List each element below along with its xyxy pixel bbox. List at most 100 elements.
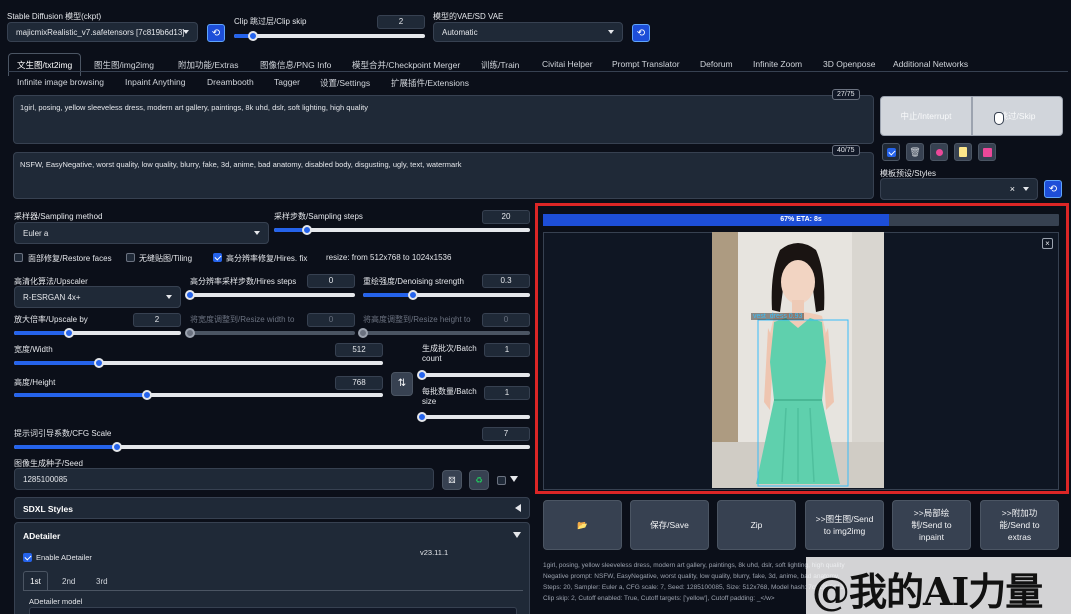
reuse-seed-button[interactable]: ♻ — [469, 470, 489, 490]
clip-slider[interactable] — [234, 31, 425, 41]
batch-size-thumb[interactable] — [417, 412, 427, 422]
save-button[interactable]: 保存/Save — [630, 500, 709, 550]
batch-count-thumb[interactable] — [417, 370, 427, 380]
tiling-checkbox[interactable] — [126, 253, 135, 262]
clip-slider-thumb[interactable] — [248, 31, 259, 41]
resize-height-input[interactable]: 0 — [482, 313, 530, 327]
skip-button[interactable]: 跳过/Skip — [972, 96, 1063, 136]
adetailer-tab-3rd[interactable]: 3rd — [96, 577, 108, 586]
zip-button[interactable]: Zip — [717, 500, 796, 550]
tab-4[interactable]: 模型合并/Checkpoint Merger — [352, 59, 460, 71]
tab-9[interactable]: Infinite Zoom — [753, 59, 802, 69]
send-to-extras-button[interactable]: >>附加功能/Send to extras — [980, 500, 1059, 550]
resize-width-thumb[interactable] — [185, 328, 195, 338]
upscale-by-slider[interactable] — [14, 328, 181, 338]
adetailer-title[interactable]: ADetailer — [23, 531, 60, 541]
refresh-model-button[interactable]: ⟲ — [207, 24, 225, 42]
send-to-img2img-button[interactable]: >>图生图/Send to img2img — [805, 500, 884, 550]
sampling-steps-input[interactable]: 20 — [482, 210, 530, 224]
denoising-thumb[interactable] — [408, 290, 419, 300]
batch-size-slider[interactable] — [417, 412, 530, 422]
tab2-1[interactable]: Inpaint Anything — [125, 77, 186, 87]
show-extra-networks-button[interactable] — [882, 143, 900, 161]
tab-8[interactable]: Deforum — [700, 59, 733, 69]
cfg-input[interactable]: 7 — [482, 427, 530, 441]
hires-steps-input[interactable]: 0 — [307, 274, 355, 288]
tab2-0[interactable]: Infinite image browsing — [17, 77, 104, 87]
random-seed-button[interactable]: ⚄ — [442, 470, 462, 490]
batch-size-input[interactable]: 1 — [484, 386, 530, 400]
upscaler-select[interactable]: R-ESRGAN 4x+ — [14, 286, 181, 308]
batch-count-input[interactable]: 1 — [484, 343, 530, 357]
tab-11[interactable]: Additional Networks — [893, 59, 968, 69]
swap-dimensions-button[interactable]: ⇅ — [391, 372, 413, 396]
expand-icon[interactable] — [513, 532, 521, 538]
refresh-vae-button[interactable]: ⟲ — [632, 24, 650, 42]
adetailer-tab-1st[interactable]: 1st — [23, 571, 48, 591]
hires-steps-thumb[interactable] — [185, 290, 195, 300]
clear-prompt-button[interactable]: 🗑 — [906, 143, 924, 161]
resize-width-input[interactable]: 0 — [307, 313, 355, 327]
extra-seed-checkbox[interactable] — [497, 476, 506, 485]
height-input[interactable]: 768 — [335, 376, 383, 390]
tab-1[interactable]: 图生图/img2img — [94, 59, 154, 71]
model-select[interactable]: majicmixRealistic_v7.safetensors [7c819b… — [7, 22, 198, 42]
prompt-input[interactable]: 1girl, posing, yellow sleeveless dress, … — [13, 95, 874, 144]
height-thumb[interactable] — [141, 390, 152, 400]
upscale-by-fill — [14, 331, 70, 335]
send-to-inpaint-button[interactable]: >>局部绘制/Send to inpaint — [892, 500, 971, 550]
vae-select[interactable]: Automatic — [433, 22, 623, 42]
enable-adetailer-checkbox[interactable] — [23, 553, 32, 562]
adetailer-model-select[interactable] — [29, 607, 517, 614]
sdxl-styles-section[interactable]: SDXL Styles — [14, 497, 530, 519]
width-slider[interactable] — [14, 358, 383, 368]
seed-input[interactable]: 1285100085 — [14, 468, 434, 490]
clip-input[interactable]: 2 — [377, 15, 425, 29]
tab-5[interactable]: 训练/Train — [481, 59, 519, 71]
tab2-5[interactable]: 扩展插件/Extensions — [391, 77, 469, 89]
restore-faces-checkbox[interactable] — [14, 253, 23, 262]
resize-height-label: 将高度调整到/Resize height to — [363, 315, 471, 324]
apply-style-button[interactable] — [954, 143, 972, 161]
resize-height-thumb[interactable] — [358, 328, 368, 338]
sampling-steps-thumb[interactable] — [302, 225, 313, 235]
width-thumb[interactable] — [93, 358, 104, 368]
tab-3[interactable]: 图像信息/PNG Info — [260, 59, 331, 71]
width-input[interactable]: 512 — [335, 343, 383, 357]
interrupt-button[interactable]: 中止/Interrupt — [880, 96, 972, 136]
tab-6[interactable]: Civitai Helper — [542, 59, 593, 69]
hires-steps-slider[interactable] — [185, 290, 355, 300]
extra-seed-toggle-icon[interactable] — [510, 476, 518, 482]
upscale-by-input[interactable]: 2 — [133, 313, 181, 327]
clear-icon[interactable]: × — [1010, 184, 1015, 194]
height-slider[interactable] — [14, 390, 383, 400]
negative-prompt-input[interactable]: NSFW, EasyNegative, worst quality, low q… — [13, 152, 874, 199]
upscale-by-thumb[interactable] — [64, 328, 75, 338]
resize-height-slider[interactable] — [358, 328, 530, 338]
open-folder-button[interactable]: 📂 — [543, 500, 622, 550]
tab2-3[interactable]: Tagger — [274, 77, 300, 87]
hires-fix-checkbox[interactable] — [213, 253, 222, 262]
cfg-thumb[interactable] — [112, 442, 123, 452]
tab2-4[interactable]: 设置/Settings — [320, 77, 370, 89]
close-preview-icon[interactable]: × — [1042, 238, 1053, 249]
tab-7[interactable]: Prompt Translator — [612, 59, 680, 69]
styles-select[interactable]: × — [880, 178, 1038, 200]
tab-10[interactable]: 3D Openpose — [823, 59, 875, 69]
denoising-slider[interactable] — [363, 290, 530, 300]
tab-0[interactable]: 文生图/txt2img — [8, 53, 82, 76]
denoising-input[interactable]: 0.3 — [482, 274, 530, 288]
generated-image[interactable] — [712, 232, 884, 488]
extra-networks-button[interactable] — [930, 143, 948, 161]
tab-2[interactable]: 附加功能/Extras — [178, 59, 238, 71]
refresh-styles-button[interactable]: ⟲ — [1044, 180, 1062, 198]
cfg-slider[interactable] — [14, 442, 530, 452]
resize-width-slider[interactable] — [185, 328, 355, 338]
adetailer-tab-2nd[interactable]: 2nd — [62, 577, 75, 586]
tab2-2[interactable]: Dreambooth — [207, 77, 254, 87]
sampling-method-select[interactable]: Euler a — [14, 222, 269, 244]
batch-count-slider[interactable] — [417, 370, 530, 380]
upscale-by-label: 放大倍率/Upscale by — [14, 315, 88, 324]
save-style-button[interactable] — [978, 143, 996, 161]
sampling-steps-slider[interactable] — [274, 225, 530, 235]
